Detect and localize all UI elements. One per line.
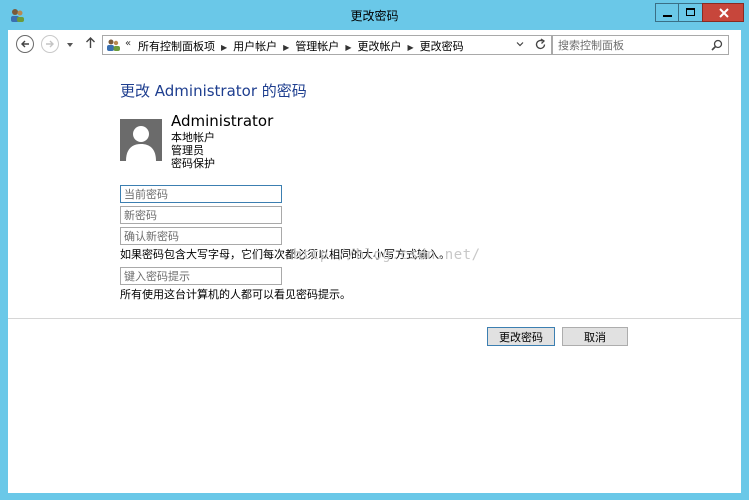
search-input[interactable]: [558, 37, 708, 53]
new-password-field[interactable]: [120, 206, 282, 224]
breadcrumb-item[interactable]: 管理帐户: [295, 38, 339, 54]
breadcrumb-item[interactable]: 所有控制面板项: [138, 38, 215, 54]
recent-locations-icon[interactable]: [66, 39, 74, 52]
hint-visibility-note: 所有使用这台计算机的人都可以看见密码提示。: [120, 288, 351, 301]
breadcrumb-item[interactable]: 更改密码: [420, 38, 464, 54]
divider: [8, 318, 741, 319]
refresh-icon[interactable]: [534, 38, 547, 54]
client-area: « 所有控制面板项 ▶ 用户帐户 ▶ 管理帐户 ▶ 更改帐户 ▶ 更改密码 更改 Adminis…: [8, 30, 741, 493]
chevron-right-icon[interactable]: ▶: [407, 43, 413, 52]
close-icon: [719, 8, 729, 21]
chevron-down-icon[interactable]: [515, 39, 525, 52]
current-password-field[interactable]: [120, 185, 282, 203]
chevron-right-icon[interactable]: ▶: [345, 43, 351, 52]
confirm-password-field[interactable]: [120, 227, 282, 245]
cancel-button[interactable]: 取消: [562, 327, 628, 346]
control-panel-icon: [106, 38, 121, 55]
password-hint-field[interactable]: [120, 267, 282, 285]
address-bar[interactable]: « 所有控制面板项 ▶ 用户帐户 ▶ 管理帐户 ▶ 更改帐户 ▶ 更改密码: [102, 35, 552, 55]
page-title: 更改 Administrator 的密码: [120, 82, 307, 100]
title-bar[interactable]: 更改密码: [0, 0, 749, 30]
change-password-button[interactable]: 更改密码: [487, 327, 555, 346]
search-box[interactable]: [552, 35, 729, 55]
breadcrumb-item[interactable]: 用户帐户: [233, 38, 277, 54]
back-button[interactable]: [16, 35, 34, 53]
arrow-left-icon: [21, 40, 29, 48]
forward-button[interactable]: [41, 35, 59, 53]
breadcrumb-item[interactable]: 更改帐户: [357, 38, 401, 54]
navigation-bar: « 所有控制面板项 ▶ 用户帐户 ▶ 管理帐户 ▶ 更改帐户 ▶ 更改密码: [8, 30, 741, 60]
up-arrow-icon[interactable]: [85, 36, 96, 52]
arrow-right-icon: [46, 40, 54, 48]
watermark: http://blog.csdn.net/: [293, 247, 481, 263]
search-icon[interactable]: [711, 39, 723, 54]
user-avatar-icon: [120, 119, 162, 161]
chevron-right-icon[interactable]: ▶: [221, 43, 227, 52]
minimize-icon: [663, 15, 672, 17]
breadcrumb: 所有控制面板项 ▶ 用户帐户 ▶ 管理帐户 ▶ 更改帐户 ▶ 更改密码: [138, 38, 468, 54]
chevron-right-icon[interactable]: ▶: [283, 43, 289, 52]
window: 更改密码 « 所有控制面板项 ▶ 用户帐户 ▶ 管理帐户 ▶ 更改帐户 ▶ 更改…: [0, 0, 749, 500]
window-title: 更改密码: [350, 9, 399, 23]
minimize-button[interactable]: [655, 3, 679, 22]
maximize-icon: [686, 8, 695, 16]
account-status: 密码保护: [171, 157, 215, 170]
close-button[interactable]: [702, 3, 744, 22]
overflow-chevron-icon[interactable]: «: [125, 38, 131, 49]
account-name: Administrator: [171, 112, 274, 130]
maximize-button[interactable]: [678, 3, 703, 22]
